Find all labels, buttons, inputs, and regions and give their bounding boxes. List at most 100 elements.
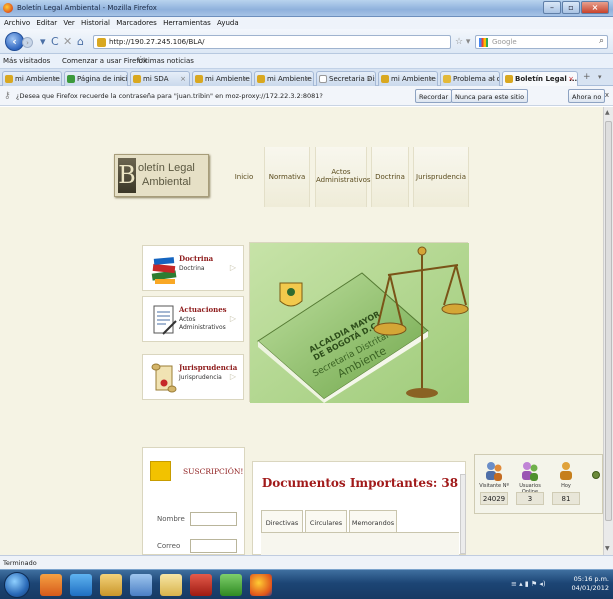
internet-explorer-icon[interactable] — [70, 574, 92, 596]
close-window-button[interactable]: × — [581, 1, 609, 14]
menu-archivo[interactable]: Archivo — [4, 19, 30, 27]
tab-mi-ambiente-4[interactable]: mi Ambiente × — [378, 71, 438, 86]
start-button[interactable] — [4, 572, 30, 598]
email-field[interactable] — [190, 539, 237, 553]
close-tab-icon[interactable]: × — [428, 75, 434, 83]
file-explorer-icon[interactable] — [100, 574, 122, 596]
close-tab-icon[interactable]: × — [242, 75, 248, 83]
url-bar[interactable]: http://190.27.245.106/BLA/ — [93, 35, 451, 49]
close-tab-icon[interactable]: × — [568, 75, 574, 83]
category-title: Doctrina — [179, 254, 214, 263]
bookmark-most-visited[interactable]: Más visitados — [3, 57, 50, 65]
subscription-panel: SUSCRIPCIÓN! Nombre Correo — [142, 447, 245, 555]
category-actuaciones[interactable]: Actuaciones Actos Administrativos ▷ — [142, 296, 244, 342]
new-tab-icon[interactable]: + — [583, 72, 591, 82]
excel-icon[interactable] — [220, 574, 242, 596]
tab-mi-ambiente-3[interactable]: mi Ambiente × — [254, 71, 314, 86]
settings-icon[interactable] — [592, 471, 600, 479]
menu-herramientas[interactable]: Herramientas — [163, 19, 211, 27]
site-logo[interactable]: B oletín Legal Ambiental — [114, 154, 209, 197]
category-jurisprudencia[interactable]: Jurisprudencia Jurisprudencia ▷ — [142, 354, 244, 400]
windows-taskbar: ≡ ▴ ▮ ⚑ ◂) 05:16 p.m. 04/01/2012 — [0, 569, 613, 599]
tab-mi-ambiente-2[interactable]: mi Ambiente × — [192, 71, 252, 86]
close-tab-icon[interactable]: × — [180, 75, 186, 83]
maximize-button[interactable]: ▫ — [562, 1, 580, 14]
window-titlebar: Boletín Legal Ambiental - Mozilla Firefo… — [0, 0, 613, 17]
nav-doctrina[interactable]: Doctrina — [371, 147, 409, 207]
stop-icon[interactable]: ✕ — [63, 36, 72, 47]
name-field[interactable] — [190, 512, 237, 526]
scrollbar-thumb[interactable] — [605, 121, 612, 521]
password-notification-bar: ⚷ ¿Desea que Firefox recuerde la contras… — [0, 86, 613, 106]
menu-marcadores[interactable]: Marcadores — [116, 19, 157, 27]
close-notification-icon[interactable]: x — [605, 91, 609, 99]
tab-list-icon[interactable]: ▾ — [598, 73, 602, 81]
favicon-icon — [133, 75, 141, 83]
scroll-up-icon[interactable]: ▲ — [605, 109, 610, 116]
menu-ayuda[interactable]: Ayuda — [217, 19, 239, 27]
forward-arrow-icon[interactable]: › — [22, 37, 33, 48]
window-controls: – ▫ × — [542, 1, 609, 15]
scroll-down-icon[interactable]: ▼ — [605, 545, 610, 552]
tab-pagina-inicio[interactable]: Página de inicio...× — [64, 71, 128, 86]
home-icon[interactable]: ⌂ — [77, 36, 84, 47]
not-now-button[interactable]: Ahora no — [568, 89, 606, 103]
reload-icon[interactable]: C — [51, 36, 59, 47]
visitors-count: 24029 — [480, 492, 508, 505]
books-icon — [151, 257, 177, 284]
firefox-taskbar-icon[interactable] — [250, 574, 272, 596]
clock[interactable]: 05:16 p.m. 04/01/2012 — [572, 575, 609, 593]
nav-actos-administrativos[interactable]: Actos Administrativos — [315, 147, 371, 207]
page-scrollbar[interactable]: ▲ ▼ — [603, 107, 613, 555]
coat-of-arms-icon — [279, 282, 303, 307]
nav-jurisprudencia[interactable]: Jurisprudencia — [413, 147, 469, 207]
documents-scrollbar[interactable] — [460, 474, 466, 554]
bookmark-getting-started[interactable]: Comenzar a usar Firefox — [62, 57, 147, 65]
category-doctrina[interactable]: Doctrina Doctrina ▷ — [142, 245, 244, 291]
today-count: 81 — [552, 492, 580, 505]
never-for-site-button[interactable]: Nunca para este sitio — [451, 89, 529, 103]
status-bar: Terminado — [0, 555, 613, 569]
category-subtitle: Doctrina — [179, 265, 205, 272]
search-icon[interactable]: ⌕ — [599, 36, 604, 46]
menu-editar[interactable]: Editar — [36, 19, 57, 27]
favicon-icon — [67, 75, 75, 83]
nav-inicio[interactable]: Inicio — [228, 147, 260, 207]
menu-historial[interactable]: Historial — [81, 19, 110, 27]
dropdown-arrow-icon[interactable]: ▾ — [40, 36, 46, 47]
tray-icons[interactable]: ≡ ▴ ▮ ⚑ ◂) — [511, 580, 546, 588]
tab-mi-sda[interactable]: mi SDA × — [130, 71, 190, 86]
today-user-icon — [560, 462, 572, 480]
tab-directivas[interactable]: Directivas — [261, 510, 303, 532]
tab-secretaria-distrital[interactable]: Secretaria Distri...× — [316, 71, 376, 86]
notes-icon[interactable] — [160, 574, 182, 596]
favicon-icon — [5, 75, 13, 83]
tab-mi-ambiente-1[interactable]: mi Ambiente × — [2, 71, 62, 86]
shield-app-icon[interactable] — [190, 574, 212, 596]
bookmark-latest-news[interactable]: Últimas noticias — [138, 57, 194, 65]
tab-boletin-legal[interactable]: Boletín Legal ... × — [502, 71, 578, 86]
word-icon[interactable] — [130, 574, 152, 596]
search-placeholder: Google — [492, 38, 517, 46]
tab-circulares[interactable]: Circulares — [305, 510, 347, 532]
tab-problema-cargar[interactable]: Problema al car...× — [440, 71, 500, 86]
close-tab-icon[interactable]: × — [304, 75, 310, 83]
search-input[interactable]: Google ⌕ — [475, 35, 608, 49]
bookmark-star-icon[interactable]: ☆ ▾ — [455, 37, 470, 47]
favicon-icon — [381, 75, 389, 83]
nav-normativa[interactable]: Normativa — [264, 147, 310, 207]
document-icon — [153, 305, 177, 335]
favicon-icon — [505, 75, 513, 83]
clock-time: 05:16 p.m. — [573, 575, 609, 583]
close-tab-icon[interactable]: × — [366, 75, 372, 83]
remember-password-button[interactable]: Recordar — [415, 89, 453, 103]
close-tab-icon[interactable]: × — [490, 75, 496, 83]
media-player-icon[interactable] — [40, 574, 62, 596]
minimize-button[interactable]: – — [543, 1, 561, 14]
close-tab-icon[interactable]: × — [52, 75, 58, 83]
chevron-right-icon: ▷ — [229, 372, 236, 381]
menu-ver[interactable]: Ver — [63, 19, 74, 27]
close-tab-icon[interactable]: × — [118, 75, 124, 83]
tab-memorandos[interactable]: Memorandos — [349, 510, 397, 532]
status-text: Terminado — [3, 559, 37, 567]
